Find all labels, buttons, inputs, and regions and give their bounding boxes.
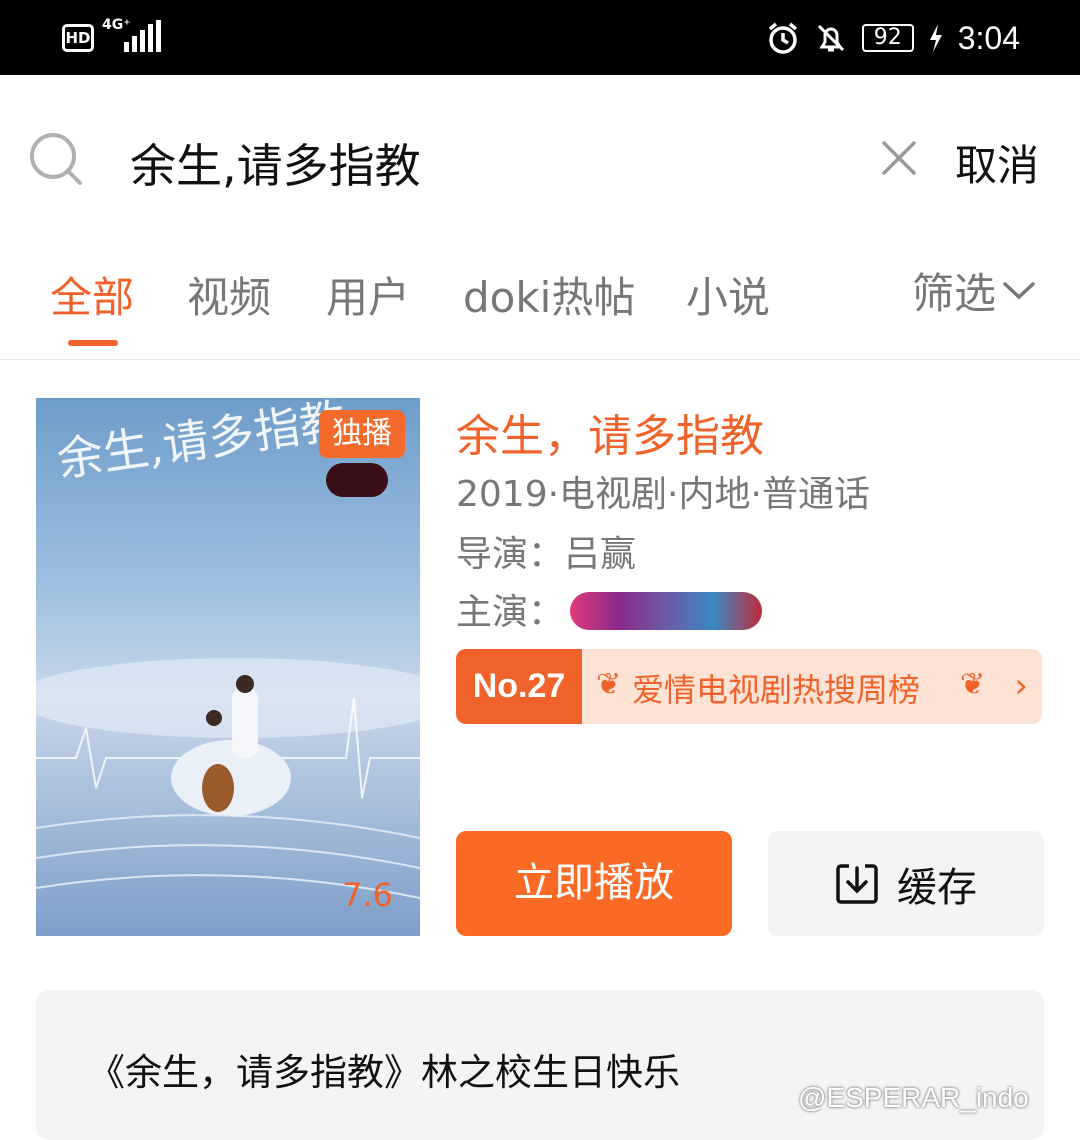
- alarm-icon: [768, 22, 797, 54]
- charging-icon: [929, 24, 942, 52]
- tab-videos[interactable]: 视频: [187, 264, 271, 325]
- chevron-down-icon: [1003, 281, 1035, 299]
- redaction-mark: [326, 463, 388, 497]
- description-text: 《余生，请多指教》林之校生日快乐: [88, 1051, 680, 1094]
- tab-users[interactable]: 用户: [326, 264, 410, 325]
- mute-bell-icon: [817, 24, 844, 52]
- description-card[interactable]: 《余生，请多指教》林之校生日快乐: [36, 990, 1044, 1140]
- director-line: 导演：吕赢: [456, 534, 637, 575]
- cache-label: 缓存: [897, 864, 977, 911]
- cancel-button[interactable]: 取消: [955, 132, 1039, 193]
- search-bar: 余生,请多指教 取消: [0, 75, 1080, 240]
- exclusive-badge: 独播: [319, 410, 405, 458]
- battery-indicator: 92: [861, 24, 914, 52]
- result-meta: 2019·电视剧·内地·普通话: [456, 474, 870, 515]
- status-bar: HD 4G⁺ 92 3:04: [0, 0, 1080, 75]
- search-icon[interactable]: [28, 131, 84, 187]
- rank-label: 爱情电视剧热搜周榜: [632, 671, 921, 709]
- tab-novels[interactable]: 小说: [686, 264, 770, 325]
- result-title[interactable]: 余生，请多指教: [456, 400, 764, 464]
- play-now-button[interactable]: 立即播放: [456, 831, 732, 936]
- clear-icon[interactable]: [878, 137, 920, 179]
- signal-icon: [124, 20, 161, 52]
- cast-redaction: [570, 592, 762, 630]
- clock: 3:04: [957, 19, 1020, 56]
- filter-label: 筛选: [912, 269, 997, 318]
- poster-image[interactable]: 余生,请多指教 独播 7.6: [36, 398, 420, 936]
- watermark: @ESPERAR_indo: [798, 1082, 1029, 1113]
- tab-all[interactable]: 全部: [50, 264, 134, 325]
- cast-label: 主演：: [456, 592, 565, 633]
- rank-banner[interactable]: No.27 ❦ 爱情电视剧热搜周榜 ❦ ›: [456, 649, 1042, 724]
- filter-button[interactable]: 筛选: [912, 260, 1036, 321]
- hd-icon: HD: [62, 24, 94, 52]
- search-tabs: 全部 视频 用户 doki热帖 小说 筛选: [0, 240, 1080, 360]
- cache-button[interactable]: 缓存: [768, 831, 1044, 936]
- laurel-right-icon: ❦: [960, 667, 986, 702]
- chevron-right-icon: ›: [1014, 666, 1028, 706]
- active-tab-indicator: [68, 340, 118, 346]
- search-input[interactable]: 余生,请多指教: [130, 130, 421, 196]
- download-icon: [836, 863, 878, 904]
- tab-doki-posts[interactable]: doki热帖: [463, 264, 635, 325]
- rank-number: No.27: [456, 649, 582, 724]
- score-label: 7.6: [342, 876, 393, 914]
- laurel-left-icon: ❦: [596, 667, 622, 702]
